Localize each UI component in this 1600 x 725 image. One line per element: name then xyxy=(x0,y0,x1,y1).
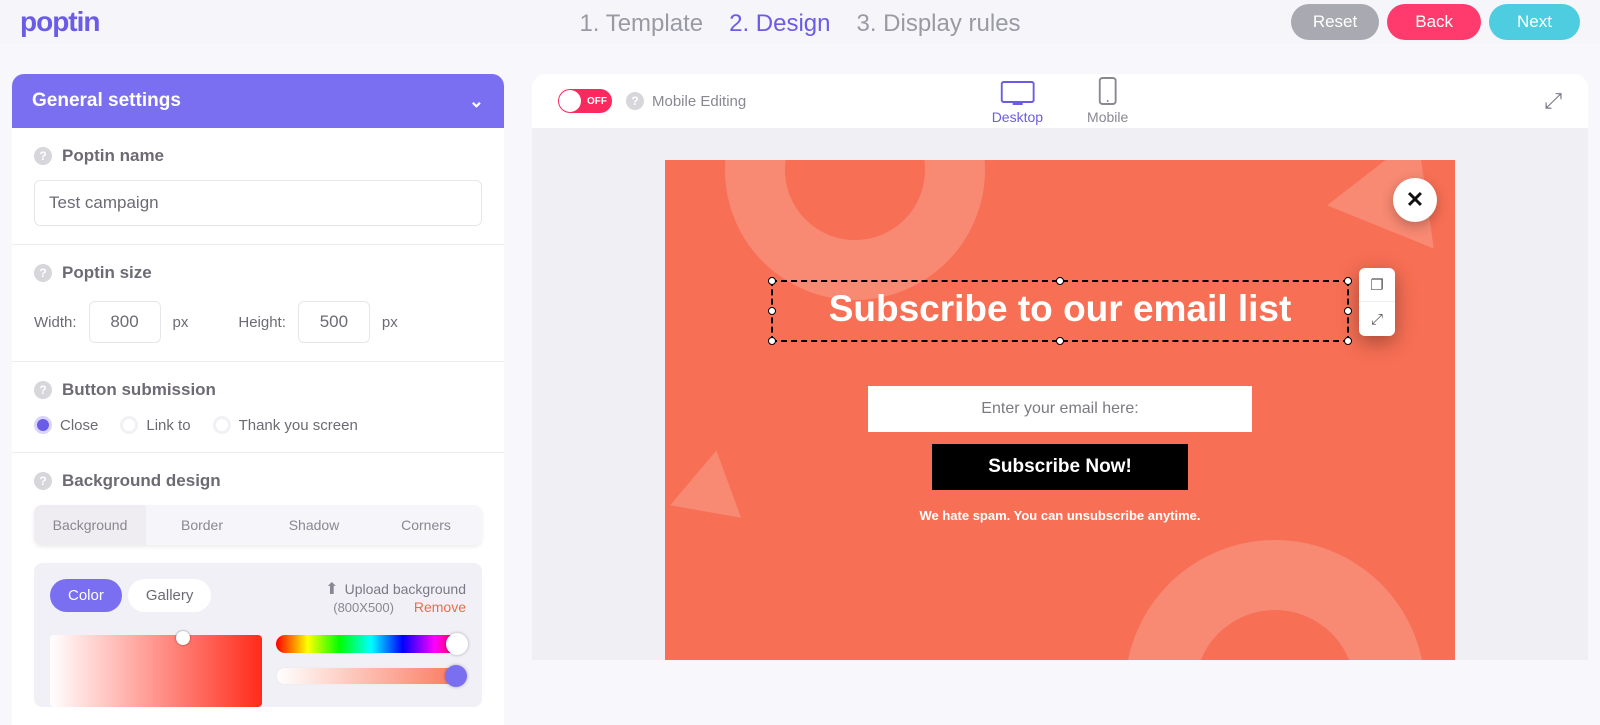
radio-label: Link to xyxy=(146,417,190,434)
height-label: Height: xyxy=(238,314,286,331)
step-template[interactable]: 1. Template xyxy=(579,10,703,38)
step-display-rules[interactable]: 3. Display rules xyxy=(856,10,1020,38)
help-icon[interactable]: ? xyxy=(626,92,644,110)
help-icon[interactable]: ? xyxy=(34,381,52,399)
step-design[interactable]: 2. Design xyxy=(729,10,830,38)
pill-color[interactable]: Color xyxy=(50,579,122,612)
saturation-picker[interactable] xyxy=(50,635,262,707)
wizard-steps: 1. Template 2. Design 3. Display rules xyxy=(579,10,1020,38)
poptin-stage: ✕ ❐ ⤢ Subscribe to our email list Enter … xyxy=(532,128,1588,660)
device-desktop[interactable]: Desktop xyxy=(992,81,1043,125)
chevron-down-icon: ⌄ xyxy=(469,91,484,112)
help-icon[interactable]: ? xyxy=(34,264,52,282)
radio-label: Close xyxy=(60,417,98,434)
headline-text[interactable]: Subscribe to our email list xyxy=(773,288,1347,330)
radio-link-to[interactable]: Link to xyxy=(120,416,190,434)
email-input-element[interactable]: Enter your email here: xyxy=(868,386,1252,432)
bg-tabs: Background Border Shadow Corners xyxy=(34,505,482,545)
radio-icon xyxy=(34,416,52,434)
design-canvas: OFF ? Mobile Editing Desktop Mobile ⤢ xyxy=(532,74,1588,725)
header-buttons: Reset Back Next xyxy=(1291,4,1580,40)
back-button[interactable]: Back xyxy=(1387,4,1481,40)
popup-preview[interactable]: ✕ ❐ ⤢ Subscribe to our email list Enter … xyxy=(665,160,1455,660)
help-icon[interactable]: ? xyxy=(34,147,52,165)
headline-element[interactable]: Subscribe to our email list xyxy=(771,280,1349,342)
subscribe-button-element[interactable]: Subscribe Now! xyxy=(932,444,1188,490)
height-input[interactable] xyxy=(298,301,370,343)
help-icon[interactable]: ? xyxy=(34,472,52,490)
poptin-name-label: Poptin name xyxy=(62,146,164,166)
close-icon: ✕ xyxy=(1406,187,1424,213)
mobile-editing-toggle[interactable]: OFF xyxy=(558,89,612,113)
width-label: Width: xyxy=(34,314,77,331)
radio-icon xyxy=(213,416,231,434)
background-design-label: Background design xyxy=(62,471,221,491)
pill-gallery[interactable]: Gallery xyxy=(128,579,212,612)
app-header: poptin 1. Template 2. Design 3. Display … xyxy=(0,0,1600,44)
desktop-icon xyxy=(1000,81,1034,105)
general-settings-header[interactable]: General settings ⌄ xyxy=(12,74,504,128)
radio-close[interactable]: Close xyxy=(34,416,98,434)
tab-shadow[interactable]: Shadow xyxy=(258,505,370,545)
toggle-knob xyxy=(559,90,581,112)
poptin-size-label: Poptin size xyxy=(62,263,152,283)
upload-icon: ⬆ xyxy=(325,581,338,598)
canvas-toolbar: OFF ? Mobile Editing Desktop Mobile ⤢ xyxy=(532,74,1588,128)
tab-border[interactable]: Border xyxy=(146,505,258,545)
radio-thank-you[interactable]: Thank you screen xyxy=(213,416,358,434)
radio-icon xyxy=(120,416,138,434)
decor-circle xyxy=(725,160,985,300)
upload-label: Upload background xyxy=(345,581,466,597)
expand-icon[interactable]: ⤢ xyxy=(1544,88,1562,114)
upload-dim: (800X500) xyxy=(333,600,394,615)
alpha-slider[interactable] xyxy=(276,667,466,685)
logo: poptin xyxy=(20,6,100,38)
mobile-editing-label: Mobile Editing xyxy=(652,93,746,110)
tab-background[interactable]: Background xyxy=(34,505,146,545)
decor-circle xyxy=(1125,540,1425,660)
device-label: Mobile xyxy=(1087,109,1128,125)
unit-label: px xyxy=(173,314,189,331)
poptin-name-input[interactable] xyxy=(34,180,482,226)
popup-close-button[interactable]: ✕ xyxy=(1393,178,1437,222)
settings-sidebar: General settings ⌄ ? Poptin name ? Popti… xyxy=(12,74,504,725)
device-mobile[interactable]: Mobile xyxy=(1087,77,1128,125)
width-input[interactable] xyxy=(89,301,161,343)
bg-panel: Color Gallery ⬆ Upload background (800X50… xyxy=(34,563,482,707)
accordion-title: General settings xyxy=(32,90,181,112)
remove-link[interactable]: Remove xyxy=(414,599,466,615)
upload-background[interactable]: ⬆ Upload background (800X500) Remove xyxy=(325,579,466,615)
mobile-icon xyxy=(1099,77,1117,105)
tab-corners[interactable]: Corners xyxy=(370,505,482,545)
toggle-state: OFF xyxy=(587,96,607,107)
disclaimer-text[interactable]: We hate spam. You can unsubscribe anytim… xyxy=(665,508,1455,523)
button-submission-label: Button submission xyxy=(62,380,216,400)
next-button[interactable]: Next xyxy=(1489,4,1580,40)
device-label: Desktop xyxy=(992,109,1043,125)
reset-button[interactable]: Reset xyxy=(1291,4,1379,40)
hue-slider[interactable] xyxy=(276,635,466,653)
radio-label: Thank you screen xyxy=(239,417,358,434)
unit-label: px xyxy=(382,314,398,331)
